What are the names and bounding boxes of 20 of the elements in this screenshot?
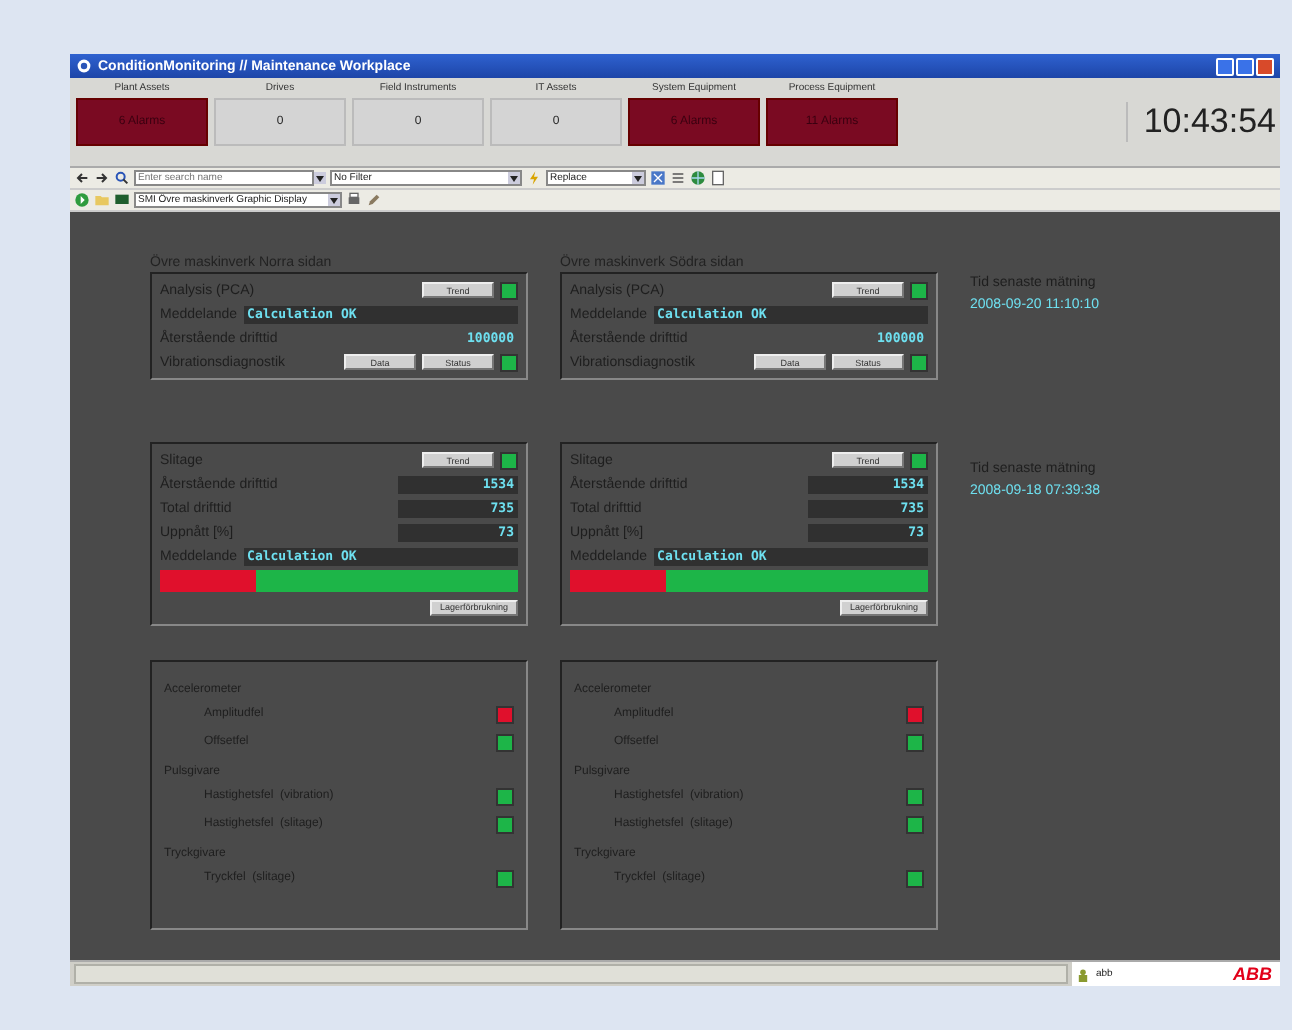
back-arrow-icon[interactable] (74, 170, 90, 186)
document-icon[interactable] (710, 170, 726, 186)
company-logo: ABB (1180, 962, 1280, 986)
maximize-icon[interactable] (1236, 57, 1254, 75)
play-icon[interactable] (74, 192, 90, 208)
forward-arrow-icon[interactable] (94, 170, 110, 186)
dropdown-arrow-icon (508, 172, 520, 184)
dropdown-arrow-icon (328, 194, 340, 206)
dropdown-arrow-icon[interactable] (314, 172, 326, 184)
globe-icon[interactable] (690, 170, 706, 186)
clock: 10:43:54 (1125, 102, 1280, 142)
search-icon[interactable] (114, 170, 130, 186)
list-icon[interactable] (670, 170, 686, 186)
dropdown-arrow-icon (632, 172, 644, 184)
monitor-icon[interactable] (114, 192, 130, 208)
minimize-icon[interactable] (1216, 57, 1234, 75)
user-icon (1076, 967, 1090, 981)
close-icon[interactable] (1256, 57, 1274, 75)
printer-icon[interactable] (346, 192, 362, 208)
app-icon (76, 58, 92, 74)
